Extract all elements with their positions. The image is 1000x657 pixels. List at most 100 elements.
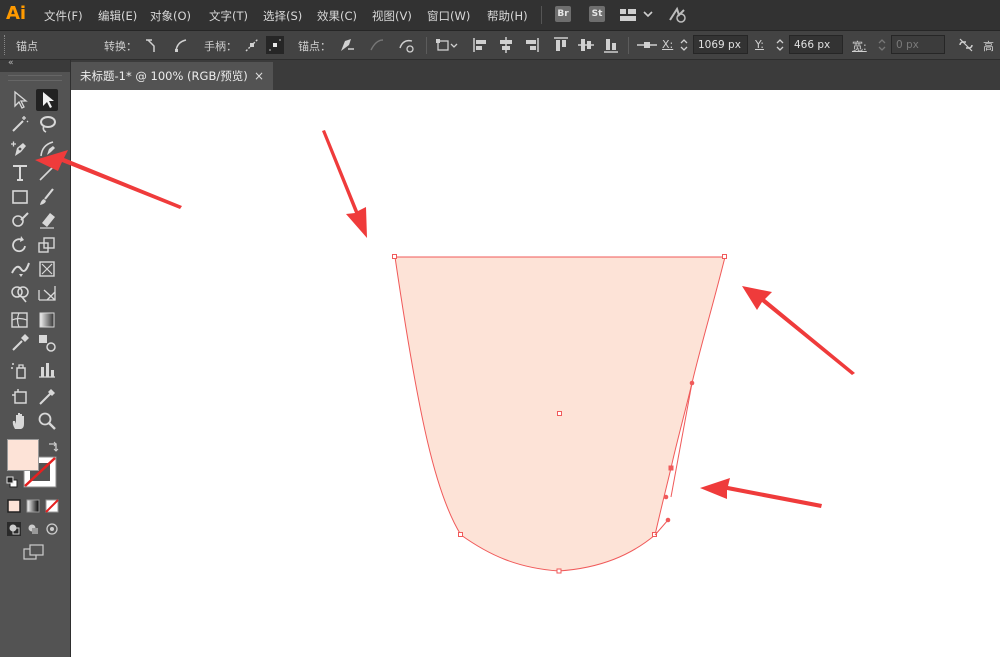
shape-builder-tool-icon[interactable] bbox=[9, 282, 31, 304]
control-bar: 锚点 转换： 手柄： 锚点： X: 1069 px Y: 466 px 宽: 0… bbox=[0, 31, 1000, 60]
type-tool-icon[interactable] bbox=[9, 162, 31, 184]
line-segment-tool-icon[interactable] bbox=[36, 162, 58, 184]
menu-view[interactable]: 视图(V) bbox=[372, 8, 412, 24]
control-divider bbox=[426, 37, 427, 54]
fill-swatch-front[interactable] bbox=[7, 439, 39, 471]
align-center-icon[interactable] bbox=[497, 36, 515, 54]
anchor-point[interactable] bbox=[392, 254, 397, 259]
menu-window[interactable]: 窗口(W) bbox=[427, 8, 470, 24]
direct-selection-tool-icon[interactable] bbox=[36, 89, 58, 111]
hand-tool-icon[interactable] bbox=[9, 410, 31, 432]
artboard-tool-icon[interactable] bbox=[9, 386, 31, 408]
slice-tool-icon[interactable] bbox=[36, 386, 58, 408]
gradient-tool-icon[interactable] bbox=[36, 309, 58, 331]
tools-grip-lines bbox=[8, 75, 62, 81]
close-icon[interactable]: × bbox=[254, 62, 264, 90]
align-left-icon[interactable] bbox=[472, 36, 490, 54]
constrain-proportions-icon[interactable] bbox=[957, 36, 975, 54]
width-input[interactable]: 0 px bbox=[891, 35, 945, 54]
convert-to-corner-icon[interactable] bbox=[144, 36, 162, 54]
anchor-point[interactable] bbox=[458, 532, 463, 537]
handle-point[interactable] bbox=[665, 517, 671, 523]
default-colors-icon[interactable] bbox=[6, 476, 18, 491]
zoom-tool-icon[interactable] bbox=[36, 410, 58, 432]
handle-point[interactable] bbox=[689, 380, 695, 386]
selection-tool-icon[interactable] bbox=[9, 89, 31, 111]
menu-divider bbox=[541, 6, 542, 24]
panel-grip bbox=[4, 35, 9, 55]
artboard-canvas[interactable] bbox=[71, 90, 1000, 657]
anchor-point[interactable] bbox=[556, 568, 562, 574]
mesh-tool-icon[interactable] bbox=[9, 309, 31, 331]
free-transform-tool-icon[interactable] bbox=[36, 258, 58, 280]
symbol-sprayer-tool-icon[interactable] bbox=[9, 359, 31, 381]
menu-type[interactable]: 文字(T) bbox=[209, 8, 248, 24]
document-tab-title: 未标题-1* @ 100% (RGB/预览) bbox=[80, 69, 248, 83]
stock-button[interactable]: St bbox=[589, 6, 605, 22]
rectangle-tool-icon[interactable] bbox=[9, 186, 31, 208]
menu-edit[interactable]: 编辑(E) bbox=[98, 8, 137, 24]
artwork-layer bbox=[392, 254, 727, 574]
eyedropper-tool-icon[interactable] bbox=[9, 332, 31, 354]
anchor-point[interactable] bbox=[722, 254, 727, 259]
selected-anchor-point[interactable] bbox=[668, 465, 674, 471]
cut-path-icon[interactable] bbox=[397, 36, 415, 54]
reference-point-icon[interactable] bbox=[636, 36, 657, 54]
width-stepper-icon[interactable] bbox=[877, 36, 887, 54]
menu-bar: Ai 文件(F) 编辑(E) 对象(O) 文字(T) 选择(S) 效果(C) 视… bbox=[0, 0, 1000, 31]
hide-handles-icon[interactable] bbox=[266, 36, 284, 54]
collapse-icon[interactable]: « bbox=[8, 58, 14, 68]
center-point bbox=[557, 411, 562, 416]
y-input[interactable]: 466 px bbox=[789, 35, 843, 54]
align-bottom-icon[interactable] bbox=[602, 36, 620, 54]
pen-tool-icon[interactable] bbox=[9, 138, 31, 160]
screen-mode-icon[interactable] bbox=[23, 544, 45, 563]
height-label: 高 bbox=[983, 40, 994, 53]
width-tool-icon[interactable] bbox=[9, 258, 31, 280]
draw-normal-icon[interactable] bbox=[7, 522, 21, 539]
paintbrush-tool-icon[interactable] bbox=[36, 186, 58, 208]
menu-effect[interactable]: 效果(C) bbox=[317, 8, 357, 24]
rotate-tool-icon[interactable] bbox=[9, 234, 31, 256]
x-stepper-icon[interactable] bbox=[679, 36, 689, 54]
perspective-grid-tool-icon[interactable] bbox=[36, 282, 58, 304]
gpu-performance-icon[interactable] bbox=[668, 6, 688, 27]
bridge-button[interactable]: Br bbox=[555, 6, 571, 22]
align-to-icon[interactable] bbox=[436, 36, 458, 54]
control-divider bbox=[628, 37, 629, 54]
column-graph-tool-icon[interactable] bbox=[36, 359, 58, 381]
scale-tool-icon[interactable] bbox=[36, 234, 58, 256]
document-tab[interactable]: 未标题-1* @ 100% (RGB/预览) × bbox=[70, 62, 273, 90]
draw-behind-icon[interactable] bbox=[26, 522, 40, 539]
eraser-tool-icon[interactable] bbox=[36, 209, 58, 231]
tools-panel-grip[interactable]: « bbox=[0, 58, 70, 72]
handle-point[interactable] bbox=[663, 494, 669, 500]
align-middle-icon[interactable] bbox=[577, 36, 595, 54]
shaper-tool-icon[interactable] bbox=[9, 209, 31, 231]
show-handles-icon[interactable] bbox=[243, 36, 261, 54]
connect-endpoints-icon[interactable] bbox=[368, 36, 386, 54]
color-mode-icon[interactable] bbox=[7, 499, 21, 516]
curvature-tool-icon[interactable] bbox=[36, 138, 58, 160]
none-mode-icon[interactable] bbox=[45, 499, 59, 516]
align-right-icon[interactable] bbox=[522, 36, 540, 54]
menu-file[interactable]: 文件(F) bbox=[44, 8, 83, 24]
handles-label: 手柄： bbox=[204, 40, 237, 53]
x-label: X: bbox=[662, 38, 674, 51]
y-stepper-icon[interactable] bbox=[775, 36, 785, 54]
menu-help[interactable]: 帮助(H) bbox=[487, 8, 528, 24]
magic-wand-tool-icon[interactable] bbox=[9, 113, 31, 135]
x-input[interactable]: 1069 px bbox=[693, 35, 748, 54]
gradient-mode-icon[interactable] bbox=[26, 499, 40, 516]
app-logo: Ai bbox=[6, 3, 27, 24]
workspace-switcher-icon[interactable] bbox=[620, 8, 654, 25]
remove-anchor-icon[interactable] bbox=[337, 36, 355, 54]
draw-inside-icon[interactable] bbox=[45, 522, 59, 539]
menu-select[interactable]: 选择(S) bbox=[263, 8, 302, 24]
align-top-icon[interactable] bbox=[552, 36, 570, 54]
menu-object[interactable]: 对象(O) bbox=[150, 8, 191, 24]
convert-to-smooth-icon[interactable] bbox=[172, 36, 190, 54]
blend-tool-icon[interactable] bbox=[36, 332, 58, 354]
swap-fill-stroke-icon[interactable] bbox=[47, 440, 59, 455]
lasso-tool-icon[interactable] bbox=[36, 113, 58, 135]
